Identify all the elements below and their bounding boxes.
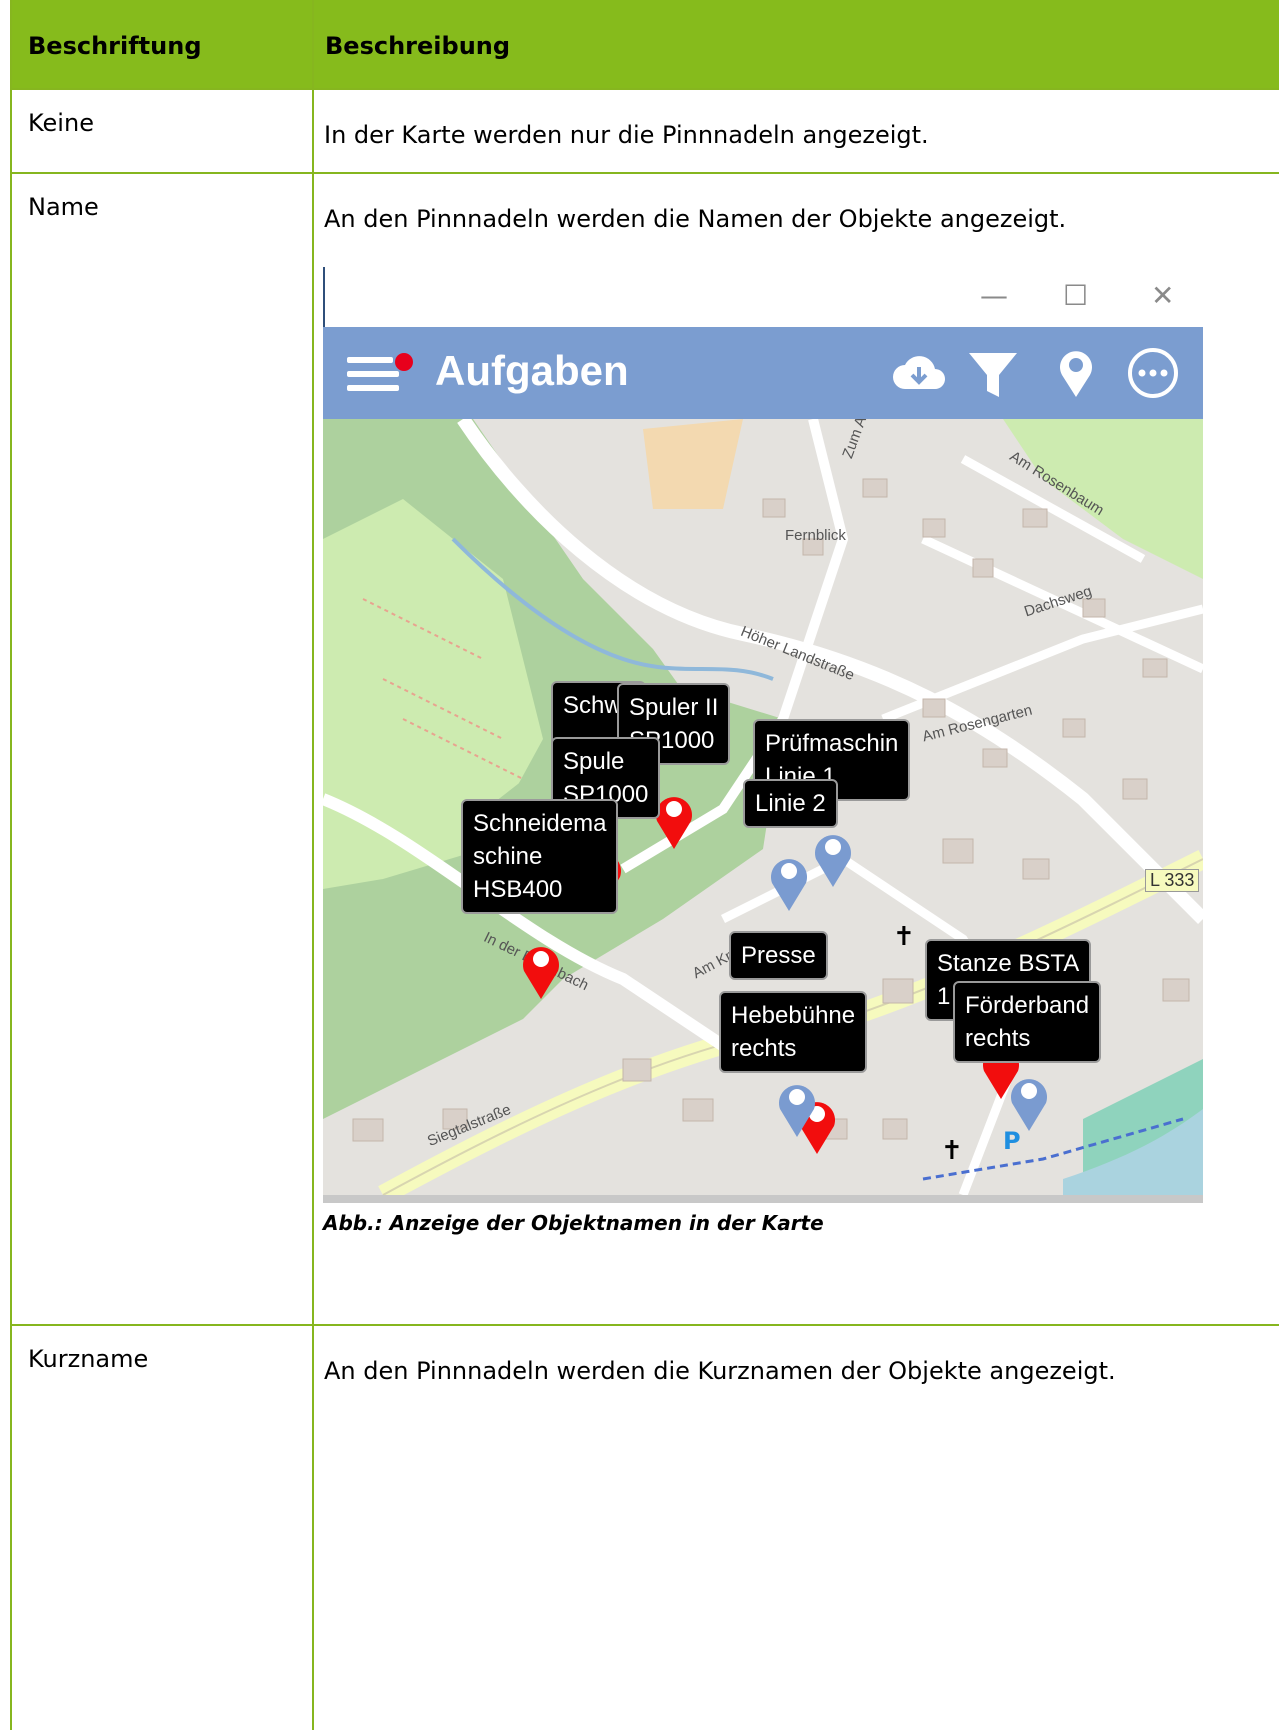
menu-icon bbox=[347, 351, 413, 395]
svg-text:P: P bbox=[1003, 1127, 1021, 1155]
row-description: In der Karte werden nur die Pinnnadeln a… bbox=[324, 121, 929, 149]
description-table: Beschriftung Beschreibung Keine In der K… bbox=[10, 0, 1279, 1730]
maximize-icon: ☐ bbox=[1063, 279, 1089, 312]
row-label-cell: Name bbox=[10, 172, 314, 1326]
row-label: Kurzname bbox=[28, 1345, 149, 1373]
figure-caption: Abb.: Anzeige der Objektnamen in der Kar… bbox=[323, 1211, 824, 1235]
row-description: An den Pinnnadeln werden die Kurznamen d… bbox=[324, 1357, 1116, 1385]
location-pin-icon bbox=[1060, 351, 1092, 397]
header-row: Beschriftung Beschreibung bbox=[10, 0, 1279, 90]
row-label-cell: Kurzname bbox=[10, 1324, 314, 1730]
row-label-cell: Keine bbox=[10, 88, 314, 174]
window-titlebar: — ☐ ✕ bbox=[323, 267, 1203, 327]
svg-text:✝: ✝ bbox=[941, 1136, 963, 1166]
row-label: Name bbox=[28, 193, 99, 221]
marker-label[interactable]: Presse bbox=[729, 931, 828, 980]
svg-text:✝: ✝ bbox=[893, 922, 915, 952]
marker-label[interactable]: Förderband rechts bbox=[953, 981, 1102, 1063]
filter-icon bbox=[969, 353, 1017, 397]
header-beschreibung: Beschreibung bbox=[312, 0, 1279, 90]
marker-label[interactable]: Hebebühne rechts bbox=[719, 991, 868, 1073]
more-icon bbox=[1128, 348, 1178, 398]
pin-blue bbox=[815, 835, 851, 887]
table-row: Name An den Pinnnadeln werden die Namen … bbox=[10, 172, 1279, 1326]
marker-label[interactable]: Linie 2 bbox=[743, 779, 838, 828]
map-bottom-border bbox=[323, 1195, 1203, 1203]
row-label: Keine bbox=[28, 109, 94, 137]
row-description-cell: An den Pinnnadeln werden die Namen der O… bbox=[312, 172, 1279, 1326]
row-description-cell: In der Karte werden nur die Pinnnadeln a… bbox=[312, 88, 1279, 174]
table-row: Kurzname An den Pinnnadeln werden die Ku… bbox=[10, 1324, 1279, 1730]
minimize-icon: — bbox=[980, 279, 1008, 312]
notification-dot bbox=[395, 353, 413, 371]
pin-blue bbox=[1011, 1079, 1047, 1131]
row-description: An den Pinnnadeln werden die Namen der O… bbox=[324, 205, 1067, 233]
map-view[interactable]: Fernblick Am Rosenbaum Dachsweg Höher La… bbox=[323, 419, 1203, 1195]
pin-red bbox=[656, 797, 692, 849]
row-description-cell: An den Pinnnadeln werden die Kurznamen d… bbox=[312, 1324, 1279, 1730]
marker-label[interactable]: Schneidema schine HSB400 bbox=[461, 799, 619, 914]
pin-blue bbox=[771, 859, 807, 911]
header-beschriftung: Beschriftung bbox=[10, 0, 314, 90]
table-row: Keine In der Karte werden nur die Pinnna… bbox=[10, 88, 1279, 174]
pin-red bbox=[523, 947, 559, 999]
cloud-download-icon bbox=[893, 356, 945, 389]
app-bar: Aufgaben bbox=[323, 327, 1203, 419]
app-screenshot: — ☐ ✕ Aufgaben Fernblick Am Rosenbaum Da… bbox=[323, 267, 1203, 1203]
close-icon: ✕ bbox=[1151, 279, 1175, 312]
app-title: Aufgaben bbox=[435, 347, 629, 394]
